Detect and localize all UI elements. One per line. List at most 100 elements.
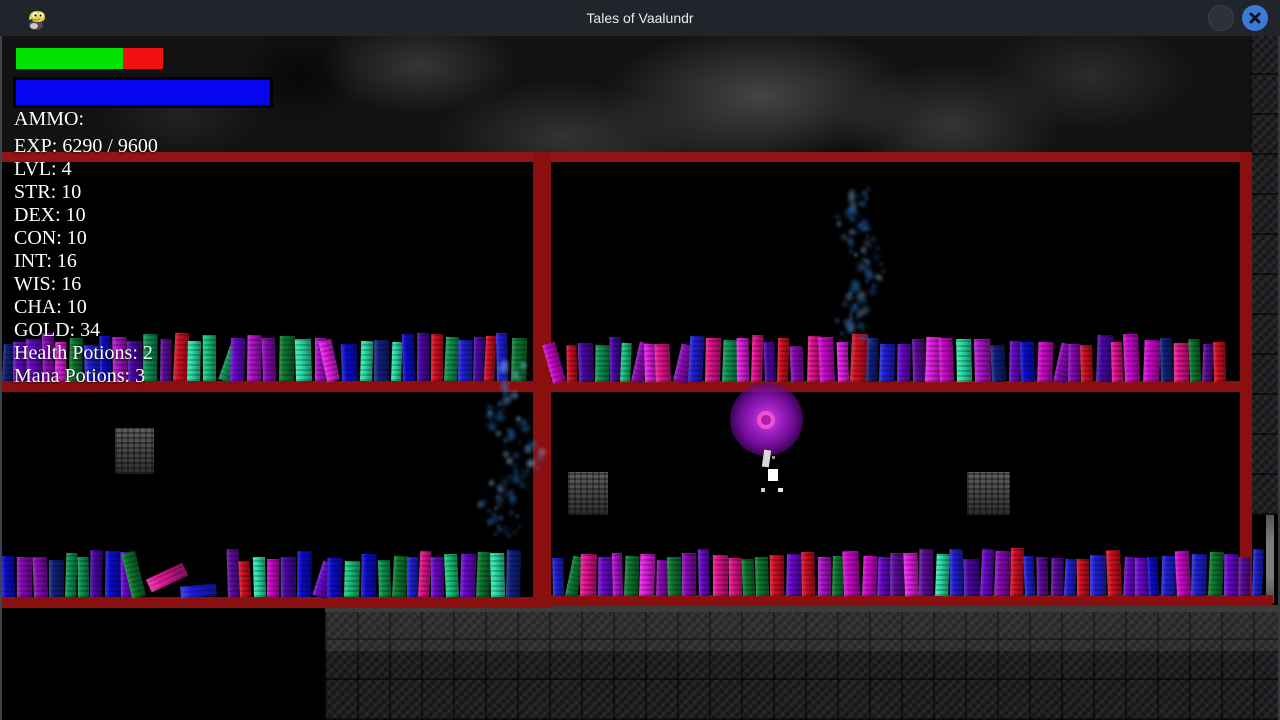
- flame-particle: [522, 444, 534, 456]
- book: [903, 553, 918, 596]
- mana-bar: [13, 77, 273, 108]
- app-window: Tales of Vaalundr AMMO:EXP: 6290 / 9600L…: [0, 0, 1280, 720]
- flame-particle: [835, 220, 843, 228]
- wall: [1240, 152, 1252, 601]
- book: [713, 555, 728, 596]
- book: [1148, 557, 1160, 597]
- wall: [0, 597, 533, 608]
- mana-bar-fill: [16, 80, 270, 105]
- book: [1174, 550, 1190, 596]
- book: [65, 553, 77, 597]
- book: [1238, 557, 1251, 596]
- close-button[interactable]: [1242, 5, 1268, 31]
- flame-particle: [513, 394, 518, 399]
- flame-particle: [493, 531, 499, 537]
- flame-particle: [503, 438, 509, 444]
- book: [392, 556, 408, 598]
- health-bar-fill: [16, 48, 123, 69]
- picture-frame: [568, 472, 608, 515]
- top-wall: [0, 152, 1250, 162]
- flame-particle: [513, 373, 524, 384]
- book: [341, 344, 358, 381]
- flame-particle: [849, 343, 854, 348]
- flame-particle: [517, 440, 523, 446]
- book: [90, 550, 103, 597]
- book: [1, 555, 15, 597]
- book: [187, 341, 201, 381]
- hud-stat-line: LVL: 4: [14, 158, 72, 181]
- book: [624, 556, 639, 596]
- book: [417, 333, 430, 381]
- book: [1160, 338, 1173, 383]
- book: [239, 561, 252, 598]
- book: [344, 561, 360, 598]
- book: [1208, 552, 1223, 597]
- hud-stat-line: STR: 10: [14, 181, 81, 204]
- book: [444, 553, 459, 597]
- window-left-border: [0, 36, 2, 720]
- flame-particle: [853, 252, 859, 258]
- book: [598, 557, 613, 596]
- flame-particle: [878, 261, 885, 268]
- book: [763, 342, 775, 383]
- flame-particle: [857, 334, 866, 343]
- book: [281, 557, 297, 597]
- game-viewport[interactable]: AMMO: EXP: 6290 / 9600LVL: 4STR: 10DEX: 1…: [0, 36, 1280, 720]
- book: [818, 557, 831, 596]
- book: [1174, 343, 1189, 382]
- book: [295, 339, 312, 381]
- book: [843, 551, 860, 597]
- book: [956, 339, 972, 382]
- book: [949, 549, 962, 596]
- flame-particle: [517, 480, 527, 490]
- book: [801, 552, 815, 596]
- book: [506, 550, 521, 597]
- hud-stat-line: AMMO:: [14, 108, 84, 131]
- book: [994, 551, 1011, 597]
- book: [1213, 341, 1226, 382]
- book: [963, 559, 980, 596]
- book: [203, 335, 217, 381]
- book: [612, 553, 624, 597]
- book: [458, 340, 473, 381]
- book: [1143, 339, 1160, 382]
- hud-stat-line: CON: 10: [14, 227, 87, 250]
- book: [1077, 559, 1089, 596]
- book: [897, 344, 911, 382]
- book: [620, 342, 632, 382]
- flame-particle: [507, 495, 519, 507]
- hud-stat-line: INT: 16: [14, 250, 77, 273]
- book: [755, 557, 770, 596]
- minimize-button[interactable]: [1208, 5, 1234, 31]
- book: [1252, 549, 1264, 596]
- book: [991, 344, 1007, 382]
- hud-stat-line: DEX: 10: [14, 204, 86, 227]
- book: [490, 552, 505, 597]
- picture-frame: [967, 472, 1010, 515]
- book: [577, 342, 593, 382]
- close-icon: [1248, 11, 1262, 25]
- book: [1188, 339, 1201, 382]
- flame-particle: [510, 528, 520, 538]
- player-character: [762, 450, 771, 468]
- book: [1019, 342, 1034, 383]
- flame-particle: [839, 330, 846, 337]
- hud-stat-line: EXP: 6290 / 9600: [14, 135, 158, 158]
- book: [919, 549, 933, 596]
- book: [912, 339, 925, 382]
- book: [1202, 344, 1214, 382]
- book: [722, 339, 738, 382]
- book: [361, 554, 377, 597]
- book: [1023, 556, 1035, 597]
- hud-stat-line: GOLD: 34: [14, 319, 100, 342]
- flame-particle: [514, 513, 521, 520]
- book: [49, 560, 64, 597]
- book: [777, 338, 789, 382]
- book: [667, 557, 682, 596]
- orb-core-ring: [757, 411, 775, 429]
- book: [378, 560, 392, 597]
- book: [1080, 345, 1093, 382]
- hud-stat-line: CHA: 10: [14, 296, 87, 319]
- book: [279, 336, 295, 381]
- player-character: [772, 456, 775, 459]
